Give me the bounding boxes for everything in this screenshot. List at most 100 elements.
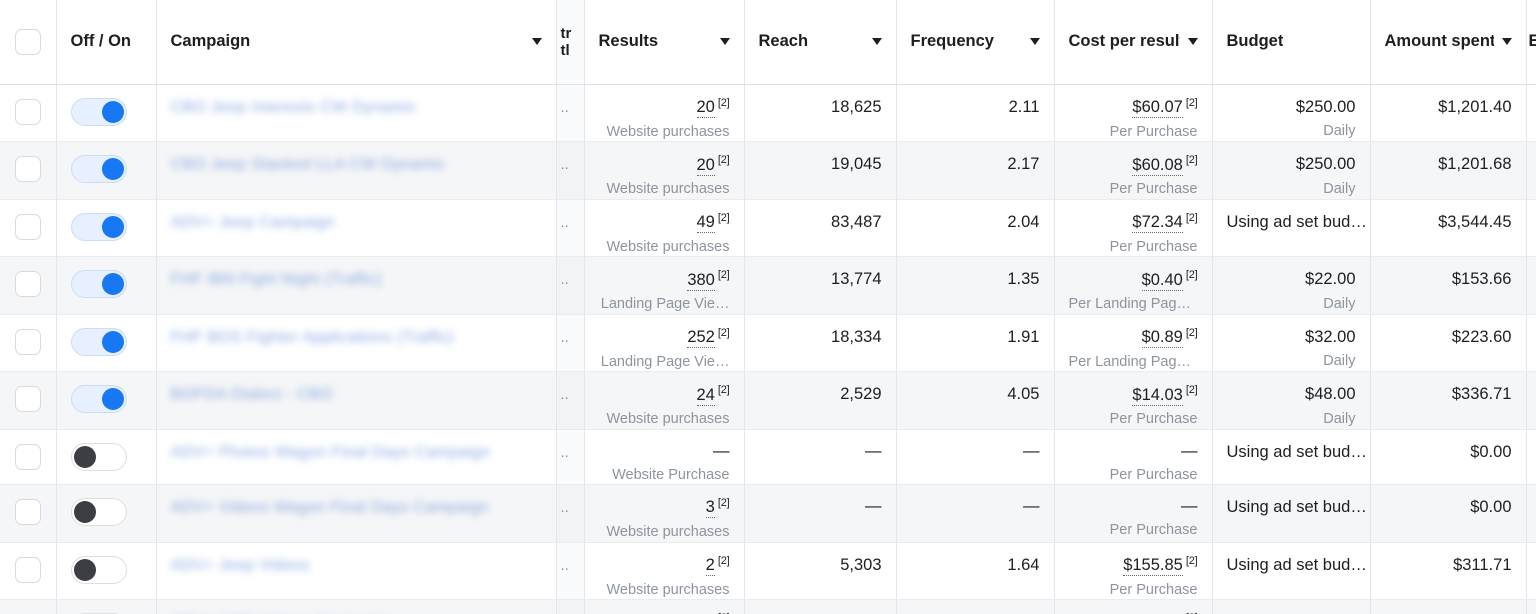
row-toggle-cell[interactable] xyxy=(56,371,157,430)
column-header-off-on[interactable]: Off / On xyxy=(56,0,157,85)
budget-cell[interactable]: Using ad set bud… xyxy=(1212,542,1371,601)
campaign-name-cell[interactable]: CBO Jeep Stacked LLA CW Dynamic xyxy=(156,141,557,200)
budget-cell[interactable]: $32.00 Daily xyxy=(1212,314,1371,373)
table-row[interactable]: FHF BOS Fighter Applications (Traffic)..… xyxy=(0,314,1536,373)
table-row[interactable]: FHF IBN Fight Night (Traffic).. 380 [2] Lan… xyxy=(0,256,1536,315)
campaign-name-cell[interactable]: FHF IBN Fight Night (Traffic) xyxy=(156,256,557,315)
chevron-down-icon[interactable] xyxy=(1501,38,1512,46)
campaign-status-toggle[interactable] xyxy=(70,555,127,584)
column-header-select-all[interactable] xyxy=(0,0,57,85)
campaign-name-cell[interactable]: CBO Jeep Interests CW Dynamic xyxy=(156,84,557,143)
campaign-name-cell[interactable]: ADV+ Photos Wagon Final Days Campaign xyxy=(156,429,557,485)
campaign-name-cell[interactable]: FHF BOS Fighter Applications (Traffic) xyxy=(156,314,557,373)
table-row[interactable]: ADV+ Jeep Campaign.. 49 [2] Website purchas… xyxy=(0,199,1536,258)
chevron-down-icon[interactable] xyxy=(871,38,882,46)
table-row[interactable]: ADV+ 120K Videos Campaign..15[2]Website … xyxy=(0,599,1536,614)
column-header-results[interactable]: Results xyxy=(584,0,745,85)
table-row[interactable]: ADV+ Videos Wagon Final Days Campaign.. 3… xyxy=(0,484,1536,543)
table-row[interactable]: ADV+ Photos Wagon Final Days Campaign.. —… xyxy=(0,429,1536,485)
chevron-down-icon[interactable] xyxy=(531,38,542,46)
column-header-partial-right[interactable]: E xyxy=(1526,0,1536,85)
row-checkbox[interactable] xyxy=(14,328,41,355)
table-row[interactable]: ADV+ Jeep Videos.. 2 [2] Website purchases 5… xyxy=(0,542,1536,601)
metric-subtitle: Per Purchase xyxy=(1109,581,1198,598)
row-select-cell[interactable] xyxy=(0,484,57,543)
row-checkbox[interactable] xyxy=(14,556,41,583)
row-select-cell[interactable] xyxy=(0,314,57,373)
chevron-down-icon[interactable] xyxy=(719,38,730,46)
campaign-name-cell[interactable]: ADV+ Jeep Campaign xyxy=(156,199,557,258)
row-select-cell[interactable] xyxy=(0,84,57,143)
column-header-truncated[interactable]: tr tl xyxy=(556,0,585,85)
row-checkbox[interactable] xyxy=(14,386,41,413)
campaign-name-link[interactable]: FHF IBN Fight Night (Traffic) xyxy=(171,271,382,289)
table-row[interactable]: CBO Jeep Stacked LLA CW Dynamic.. 20 [2] We… xyxy=(0,141,1536,200)
table-row[interactable]: BOFDA Dialect - CBO.. 24 [2] Website purcha… xyxy=(0,371,1536,430)
budget-cell[interactable]: $48.00 Daily xyxy=(1212,371,1371,430)
campaign-status-toggle[interactable] xyxy=(70,212,127,241)
campaign-status-toggle[interactable] xyxy=(70,327,127,356)
budget-cell[interactable]: Using ad set bud… xyxy=(1212,484,1371,543)
row-toggle-cell[interactable] xyxy=(56,199,157,258)
row-toggle-cell[interactable] xyxy=(56,256,157,315)
row-checkbox[interactable] xyxy=(14,213,41,240)
chevron-down-icon[interactable] xyxy=(1187,38,1198,46)
column-header-frequency[interactable]: Frequency xyxy=(896,0,1055,85)
campaign-status-toggle[interactable] xyxy=(70,97,127,126)
campaign-name-link[interactable]: FHF BOS Fighter Applications (Traffic) xyxy=(171,329,454,347)
campaign-name-link[interactable]: CBO Jeep Interests CW Dynamic xyxy=(171,99,417,117)
metric-value: $250.00 xyxy=(1295,97,1356,116)
metric-value: — xyxy=(1023,441,1040,460)
campaign-status-toggle[interactable] xyxy=(70,385,127,414)
row-toggle-cell[interactable] xyxy=(56,542,157,601)
budget-cell[interactable]: Using ad set bud… xyxy=(1212,429,1371,485)
row-toggle-cell[interactable] xyxy=(56,314,157,373)
row-checkbox[interactable] xyxy=(14,443,41,470)
campaign-name-link[interactable]: CBO Jeep Stacked LLA CW Dynamic xyxy=(171,156,446,174)
row-checkbox[interactable] xyxy=(14,98,41,125)
chevron-down-icon[interactable] xyxy=(1029,38,1040,46)
budget-cell[interactable]: $250.00 Daily xyxy=(1212,141,1371,200)
campaign-name-cell[interactable]: ADV+ Jeep Videos xyxy=(156,542,557,601)
budget-cell[interactable]: $22.00 Daily xyxy=(1212,256,1371,315)
select-all-checkbox[interactable] xyxy=(14,28,41,55)
row-select-cell[interactable] xyxy=(0,371,57,430)
table-row[interactable]: CBO Jeep Interests CW Dynamic.. 20 [2] Webs… xyxy=(0,84,1536,143)
campaign-name-link[interactable]: ADV+ Photos Wagon Final Days Campaign xyxy=(171,444,491,462)
campaign-name-link[interactable]: ADV+ Videos Wagon Final Days Campaign xyxy=(171,499,489,517)
metric-value: $48.00 xyxy=(1305,385,1356,404)
budget-cell[interactable]: Using ad set bud… xyxy=(1212,599,1371,614)
campaign-name-cell[interactable]: ADV+ 120K Videos Campaign xyxy=(156,599,557,614)
row-select-cell[interactable] xyxy=(0,141,57,200)
row-select-cell[interactable] xyxy=(0,599,57,614)
row-checkbox[interactable] xyxy=(14,271,41,298)
campaign-status-toggle[interactable] xyxy=(70,155,127,184)
budget-cell[interactable]: $250.00 Daily xyxy=(1212,84,1371,143)
campaign-name-link[interactable]: ADV+ Jeep Videos xyxy=(171,557,310,575)
campaign-name-cell[interactable]: ADV+ Videos Wagon Final Days Campaign xyxy=(156,484,557,543)
row-toggle-cell[interactable] xyxy=(56,484,157,543)
row-checkbox[interactable] xyxy=(14,156,41,183)
column-header-amount-spent[interactable]: Amount spent xyxy=(1370,0,1527,85)
row-toggle-cell[interactable] xyxy=(56,599,157,614)
campaign-name-link[interactable]: BOFDA Dialect - CBO xyxy=(171,386,333,404)
row-toggle-cell[interactable] xyxy=(56,84,157,143)
column-header-campaign[interactable]: Campaign xyxy=(156,0,557,85)
column-header-reach[interactable]: Reach xyxy=(744,0,897,85)
row-checkbox[interactable] xyxy=(14,498,41,525)
row-toggle-cell[interactable] xyxy=(56,141,157,200)
campaign-status-toggle[interactable] xyxy=(70,270,127,299)
row-select-cell[interactable] xyxy=(0,199,57,258)
budget-cell[interactable]: Using ad set bud… xyxy=(1212,199,1371,258)
row-select-cell[interactable] xyxy=(0,542,57,601)
row-select-cell[interactable] xyxy=(0,256,57,315)
campaign-name-cell[interactable]: BOFDA Dialect - CBO xyxy=(156,371,557,430)
column-header-budget[interactable]: Budget xyxy=(1212,0,1371,85)
row-toggle-cell[interactable] xyxy=(56,429,157,485)
column-header-cost-per-result[interactable]: Cost per result xyxy=(1054,0,1213,85)
row-select-cell[interactable] xyxy=(0,429,57,485)
campaign-name-link[interactable]: ADV+ Jeep Campaign xyxy=(171,214,335,232)
campaign-status-toggle[interactable] xyxy=(70,497,127,526)
row-truncated-cell: .. xyxy=(556,84,585,143)
campaign-status-toggle[interactable] xyxy=(70,442,127,471)
